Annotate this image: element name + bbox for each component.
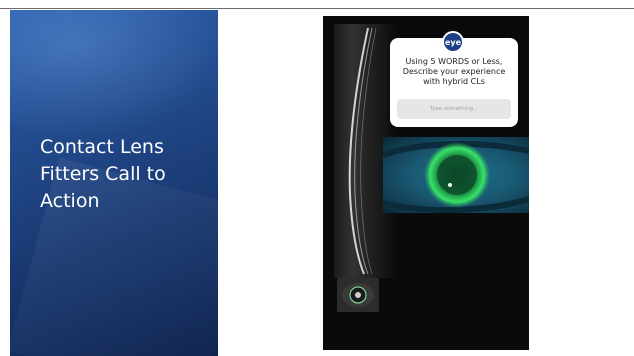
phone-screenshot: eye Using 5 WORDS or Less, Describe your… <box>323 16 529 350</box>
top-divider-line <box>0 8 634 9</box>
title-panel: Contact Lens Fitters Call to Action <box>10 10 218 356</box>
answer-input[interactable] <box>397 99 511 119</box>
story-question-card: eye Using 5 WORDS or Less, Describe your… <box>390 31 518 127</box>
eye-logo-icon: eye <box>442 31 464 53</box>
question-prompt: Using 5 WORDS or Less, Describe your exp… <box>402 57 506 86</box>
eye-thumbnail-image <box>337 278 379 312</box>
fluorescein-eye-image <box>383 137 529 213</box>
slide-title: Contact Lens Fitters Call to Action <box>40 136 166 212</box>
